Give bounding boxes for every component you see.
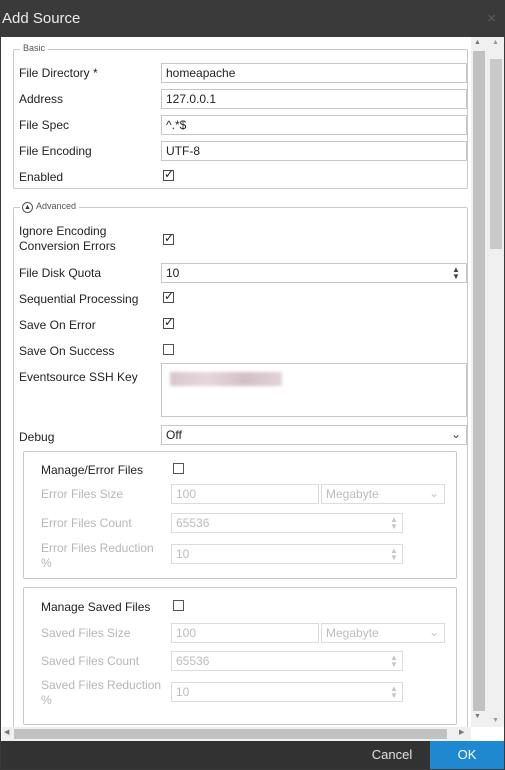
collapse-icon[interactable]: ▲ <box>22 202 33 213</box>
save-on-error-label: Save On Error <box>19 318 96 332</box>
chevron-down-icon: ⌄ <box>428 625 439 639</box>
error-files-size-unit-value: Megabyte <box>326 487 379 501</box>
file-directory-input[interactable] <box>161 63 467 83</box>
chevron-down-icon: ⌄ <box>450 427 461 441</box>
scroll-right-icon[interactable]: ▶ <box>459 728 464 736</box>
eventsource-ssh-key-label: Eventsource SSH Key <box>19 370 138 384</box>
debug-label: Debug <box>19 430 55 444</box>
file-spec-label: File Spec <box>19 118 70 132</box>
error-files-count-input[interactable] <box>171 513 403 533</box>
debug-select[interactable]: Off ⌄ <box>161 425 467 445</box>
redacted-key-value <box>170 372 282 386</box>
saved-files-count-spinner-icon[interactable]: ▲ ▼ <box>389 654 399 669</box>
error-files-size-input[interactable] <box>171 484 319 504</box>
title-bar: Add Source × <box>1 1 504 37</box>
close-icon[interactable]: × <box>487 10 496 27</box>
error-files-reduction-input[interactable] <box>171 544 403 564</box>
add-source-dialog: Add Source × Basic File Directory * Addr… <box>0 0 505 770</box>
error-files-reduction-spinner-icon[interactable]: ▲ ▼ <box>389 547 399 562</box>
manage-error-files-checkbox[interactable] <box>173 463 184 474</box>
error-files-count-spinner-icon[interactable]: ▲ ▼ <box>389 516 399 531</box>
address-input[interactable] <box>161 89 467 109</box>
file-disk-quota-label: File Disk Quota <box>19 266 102 280</box>
file-disk-quota-spinner-icon[interactable]: ▲ ▼ <box>451 266 461 281</box>
save-on-success-label: Save On Success <box>19 344 115 358</box>
horizontal-scrollbar[interactable]: ◀ ▶ <box>2 727 471 741</box>
saved-files-size-unit-value: Megabyte <box>326 626 379 640</box>
ignore-encoding-checkbox[interactable] <box>163 231 174 245</box>
saved-files-reduction-label: Saved Files Reduction % <box>41 678 162 707</box>
file-directory-label: File Directory * <box>19 66 98 80</box>
file-encoding-input[interactable] <box>161 141 467 161</box>
inner-vertical-scroll-thumb[interactable] <box>473 51 485 711</box>
basic-legend: Basic <box>20 43 49 53</box>
error-files-size-unit-select[interactable]: Megabyte ⌄ <box>321 484 445 504</box>
scroll-up-icon[interactable]: ▲ <box>474 39 481 46</box>
save-on-error-checkbox[interactable] <box>163 315 174 329</box>
enabled-label: Enabled <box>19 170 64 184</box>
file-encoding-label: File Encoding <box>19 144 92 158</box>
saved-files-count-input[interactable] <box>171 651 403 671</box>
advanced-legend: Advanced <box>36 201 77 211</box>
file-spec-input[interactable] <box>161 115 467 135</box>
inner-vertical-scrollbar[interactable]: ▲ ▼ <box>471 37 488 727</box>
saved-files-size-input[interactable] <box>171 623 319 643</box>
saved-files-count-label: Saved Files Count <box>41 654 140 668</box>
outer-vertical-scrollbar[interactable]: ▲ ▼ <box>488 37 504 727</box>
saved-files-size-label: Saved Files Size <box>41 626 131 640</box>
enabled-checkbox[interactable] <box>163 167 174 181</box>
manage-saved-files-label: Manage Saved Files <box>41 600 151 614</box>
advanced-legend-wrap[interactable]: ▲ Advanced <box>20 201 80 213</box>
saved-files-size-unit-select[interactable]: Megabyte ⌄ <box>321 623 445 643</box>
debug-select-value: Off <box>166 428 182 442</box>
sequential-processing-label: Sequential Processing <box>19 292 139 306</box>
horizontal-scroll-thumb[interactable] <box>14 729 447 739</box>
file-disk-quota-input[interactable] <box>161 263 467 283</box>
form-content: Basic File Directory * Address File Spec… <box>2 37 487 727</box>
ok-button[interactable]: OK <box>430 741 504 769</box>
outer-scroll-up-icon[interactable]: ▲ <box>492 39 499 46</box>
cancel-button[interactable]: Cancel <box>362 741 422 769</box>
scroll-left-icon[interactable]: ◀ <box>4 728 9 736</box>
error-files-reduction-label: Error Files Reduction % <box>41 541 154 570</box>
dialog-footer: Cancel OK <box>1 741 504 769</box>
scroll-down-icon[interactable]: ▼ <box>474 713 481 720</box>
eventsource-ssh-key-input[interactable] <box>161 363 467 417</box>
outer-scroll-down-icon[interactable]: ▼ <box>492 717 499 724</box>
error-files-size-label: Error Files Size <box>41 487 124 501</box>
saved-files-reduction-spinner-icon[interactable]: ▲ ▼ <box>389 685 399 700</box>
sequential-processing-checkbox[interactable] <box>163 289 174 303</box>
save-on-success-checkbox[interactable] <box>163 344 174 355</box>
dialog-title: Add Source <box>2 10 81 27</box>
error-files-count-label: Error Files Count <box>41 516 132 530</box>
address-label: Address <box>19 92 64 106</box>
outer-vertical-scroll-thumb[interactable] <box>490 59 502 249</box>
chevron-down-icon: ⌄ <box>428 486 439 500</box>
manage-saved-files-checkbox[interactable] <box>173 600 184 611</box>
ignore-encoding-label: Ignore Encoding Conversion Errors <box>19 224 116 253</box>
saved-files-reduction-input[interactable] <box>171 682 403 702</box>
manage-error-files-label: Manage/Error Files <box>41 463 144 477</box>
